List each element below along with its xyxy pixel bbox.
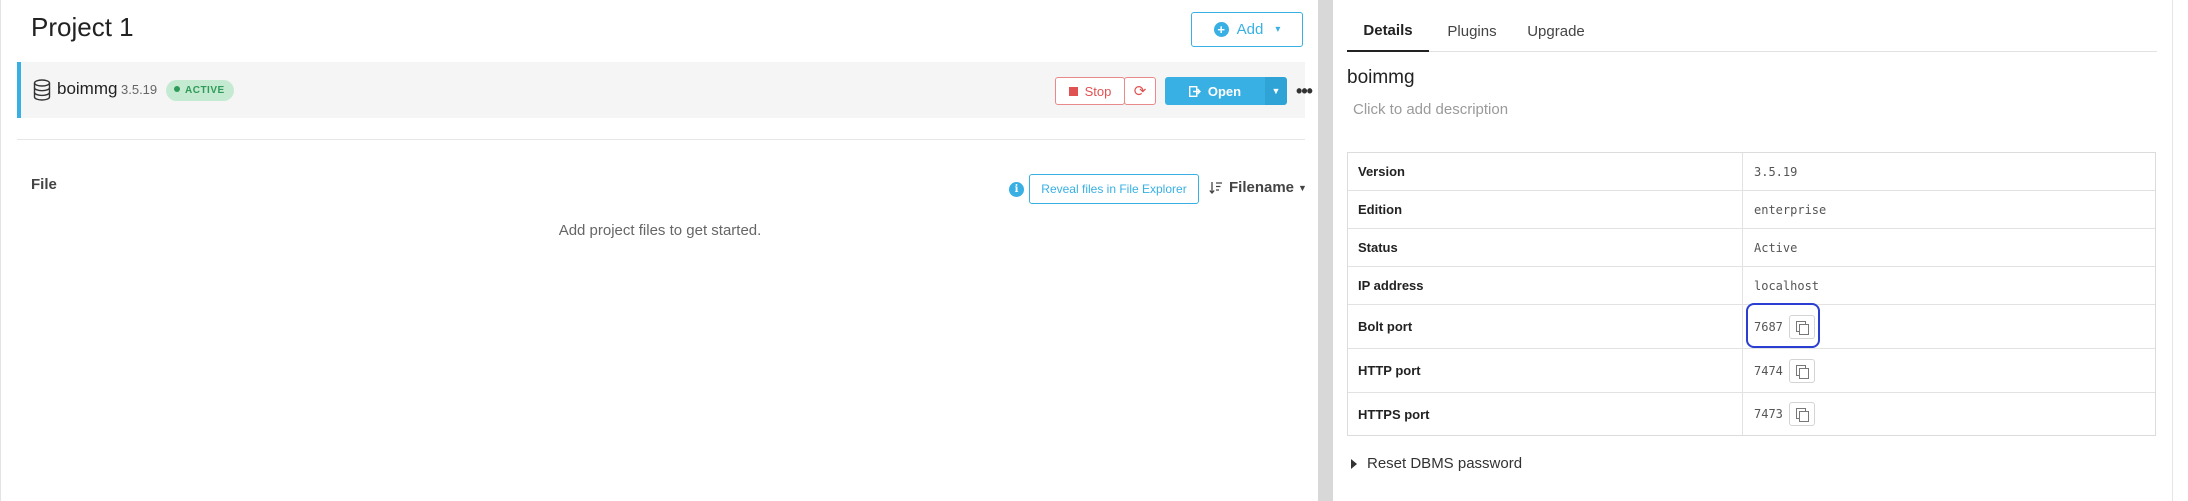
detail-value-version: 3.5.19: [1754, 153, 1797, 190]
stop-button-label: Stop: [1084, 83, 1112, 99]
add-button-label: Add: [1236, 21, 1264, 38]
table-row: Bolt port 7687: [1348, 305, 2155, 349]
dbms-name: boimmg: [57, 79, 118, 98]
status-badge: ACTIVE: [166, 80, 234, 101]
sort-icon: [1209, 182, 1222, 194]
plus-circle-icon: +: [1213, 22, 1229, 37]
detail-key: HTTPS port: [1358, 406, 1430, 422]
info-icon[interactable]: i: [1009, 182, 1024, 197]
dbms-row[interactable]: boimmg 3.5.19 ACTIVE Stop ⟳ Open ▼ •••: [17, 62, 1313, 118]
add-button[interactable]: + Add ▾: [1191, 12, 1303, 47]
project-title: Project 1: [31, 12, 134, 42]
sort-label: Filename: [1229, 179, 1295, 196]
description-placeholder[interactable]: Click to add description: [1353, 101, 1508, 118]
sort-dropdown[interactable]: Filename ▼: [1209, 179, 1307, 196]
panel-splitter[interactable]: [1318, 0, 1333, 501]
copy-icon: [1795, 364, 1809, 379]
open-external-icon: [1188, 85, 1201, 97]
open-button-label: Open: [1207, 83, 1242, 99]
copy-https-port-button[interactable]: [1788, 402, 1815, 426]
status-dot-icon: [174, 86, 180, 92]
column-divider: [1742, 305, 1743, 348]
details-panel: Details Plugins Upgrade boimmg Click to …: [1333, 0, 2172, 501]
detail-value-edition: enterprise: [1754, 191, 1826, 228]
table-row: HTTPS port 7473: [1348, 393, 2155, 435]
more-options-icon: •••: [1296, 80, 1313, 101]
dbms-version: 3.5.19: [121, 82, 158, 97]
reveal-files-button[interactable]: Reveal files in File Explorer: [1029, 174, 1199, 204]
copy-http-port-button[interactable]: [1788, 358, 1815, 383]
tab-details[interactable]: Details: [1347, 10, 1429, 52]
window-edge: [2172, 0, 2188, 501]
file-heading: File: [31, 176, 57, 193]
stop-button[interactable]: Stop: [1055, 77, 1125, 105]
copy-bolt-port-button[interactable]: [1788, 314, 1815, 339]
reset-password-label: Reset DBMS password: [1367, 455, 1523, 472]
copy-icon: [1795, 408, 1809, 422]
open-dropdown-toggle[interactable]: ▼: [1265, 77, 1287, 105]
column-divider: [1742, 229, 1743, 266]
detail-key: IP address: [1358, 278, 1424, 293]
caret-right-icon: [1351, 458, 1357, 469]
more-options-button[interactable]: •••: [1291, 77, 1317, 105]
reset-dbms-password-toggle[interactable]: Reset DBMS password: [1351, 455, 1522, 472]
table-row: Edition enterprise: [1348, 191, 2155, 229]
detail-key: Version: [1358, 164, 1405, 179]
detail-value-https-port: 7473: [1754, 393, 1815, 435]
detail-key: Bolt port: [1358, 319, 1413, 334]
detail-value-status: Active: [1754, 229, 1797, 266]
detail-value-text: 7687: [1754, 319, 1783, 334]
detail-key: Edition: [1358, 202, 1403, 217]
open-button[interactable]: Open: [1165, 77, 1265, 105]
tab-upgrade[interactable]: Upgrade: [1517, 10, 1595, 52]
status-badge-label: ACTIVE: [185, 85, 225, 96]
restart-icon: ⟳: [1133, 83, 1147, 100]
detail-value-text: enterprise: [1754, 202, 1827, 217]
tab-bar: Details Plugins Upgrade: [1347, 10, 2157, 52]
table-row: IP address localhost: [1348, 267, 2155, 305]
detail-value-ip-address: localhost: [1754, 267, 1819, 304]
chevron-down-icon: ▼: [1271, 86, 1281, 96]
detail-value-http-port: 7474: [1754, 349, 1815, 392]
stop-icon: [1068, 86, 1078, 96]
project-panel: Project 1 + Add ▾ boimmg 3.5.19 ACTIVE S…: [0, 0, 1318, 501]
chevron-down-icon: ▼: [1298, 182, 1307, 193]
copy-icon: [1795, 320, 1809, 335]
detail-value-text: Active: [1754, 240, 1798, 255]
detail-value-text: 7473: [1754, 407, 1783, 421]
table-row: HTTP port 7474: [1348, 349, 2155, 393]
database-icon: [33, 79, 51, 101]
table-row: Version 3.5.19: [1348, 153, 2155, 191]
column-divider: [1742, 191, 1743, 228]
empty-files-message: Add project files to get started.: [558, 222, 762, 239]
column-divider: [1742, 153, 1743, 190]
detail-key: Status: [1358, 240, 1398, 255]
details-table: Version 3.5.19 Edition enterprise Status…: [1347, 152, 2156, 436]
table-row: Status Active: [1348, 229, 2155, 267]
chevron-down-icon: ▾: [1275, 24, 1281, 35]
detail-value-bolt-port: 7687: [1754, 305, 1815, 348]
detail-value-text: 3.5.19: [1754, 164, 1798, 179]
dbms-detail-name[interactable]: boimmg: [1347, 67, 1415, 89]
divider: [17, 139, 1305, 140]
column-divider: [1742, 267, 1743, 304]
tab-plugins[interactable]: Plugins: [1437, 10, 1507, 52]
detail-value-text: 7474: [1754, 363, 1783, 378]
column-divider: [1742, 393, 1743, 435]
restart-button[interactable]: ⟳: [1124, 77, 1156, 105]
detail-value-text: localhost: [1754, 278, 1820, 293]
detail-key: HTTP port: [1358, 363, 1421, 378]
column-divider: [1742, 349, 1743, 392]
